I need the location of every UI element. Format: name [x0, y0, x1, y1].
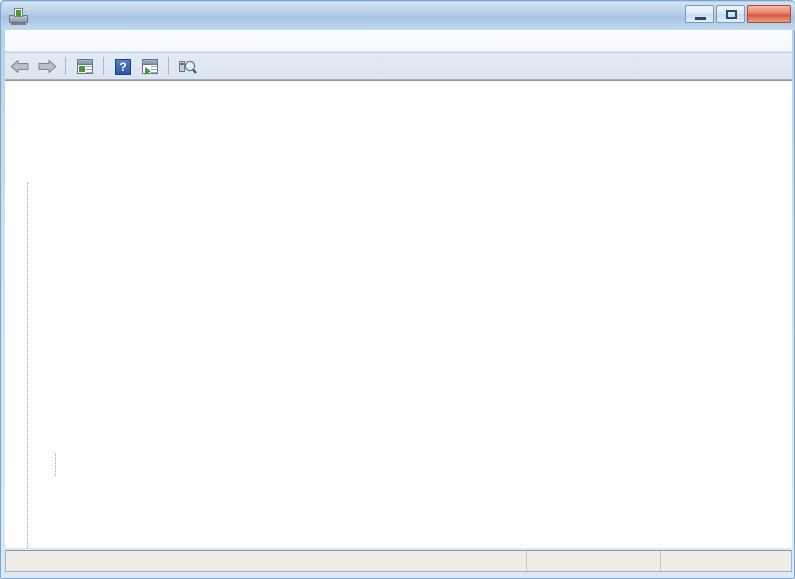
menu-item-file[interactable]: [7, 39, 23, 43]
status-bar: [5, 550, 792, 572]
toolbar: ?: [5, 53, 792, 80]
console-tree-icon: [77, 58, 93, 74]
menu-item-action[interactable]: [25, 39, 41, 43]
scan-hardware-icon: [179, 59, 197, 75]
tree-trunk-line: [27, 183, 28, 548]
status-pane-tertiary: [661, 551, 791, 571]
forward-arrow-icon: [38, 59, 56, 73]
status-pane-secondary: [527, 551, 661, 571]
forward-button[interactable]: [35, 55, 59, 78]
tree-branch-line: [55, 453, 56, 477]
device-manager-icon: [9, 7, 28, 25]
title-bar[interactable]: [2, 2, 795, 30]
device-manager-window: ?: [0, 0, 795, 579]
close-button[interactable]: [747, 5, 791, 23]
help-button[interactable]: ?: [111, 55, 135, 78]
toolbar-separator: [168, 57, 169, 75]
show-hide-console-tree-button[interactable]: [73, 55, 97, 78]
scan-for-hardware-changes-button[interactable]: [176, 55, 200, 78]
properties-window-icon: [142, 58, 158, 75]
window-controls: [685, 5, 791, 23]
back-arrow-icon: [11, 59, 29, 73]
menu-item-view[interactable]: [43, 39, 59, 43]
question-mark-icon: ?: [115, 58, 131, 75]
status-pane-message: [6, 551, 527, 571]
menu-item-help[interactable]: [61, 39, 77, 43]
device-tree[interactable]: [5, 80, 792, 548]
back-button[interactable]: [8, 55, 32, 78]
properties-button[interactable]: [138, 55, 162, 78]
toolbar-separator: [65, 57, 66, 75]
menu-bar: [5, 30, 792, 52]
toolbar-separator: [103, 57, 104, 75]
minimize-button[interactable]: [685, 5, 714, 23]
close-icon: [748, 6, 790, 22]
maximize-button[interactable]: [716, 5, 745, 23]
